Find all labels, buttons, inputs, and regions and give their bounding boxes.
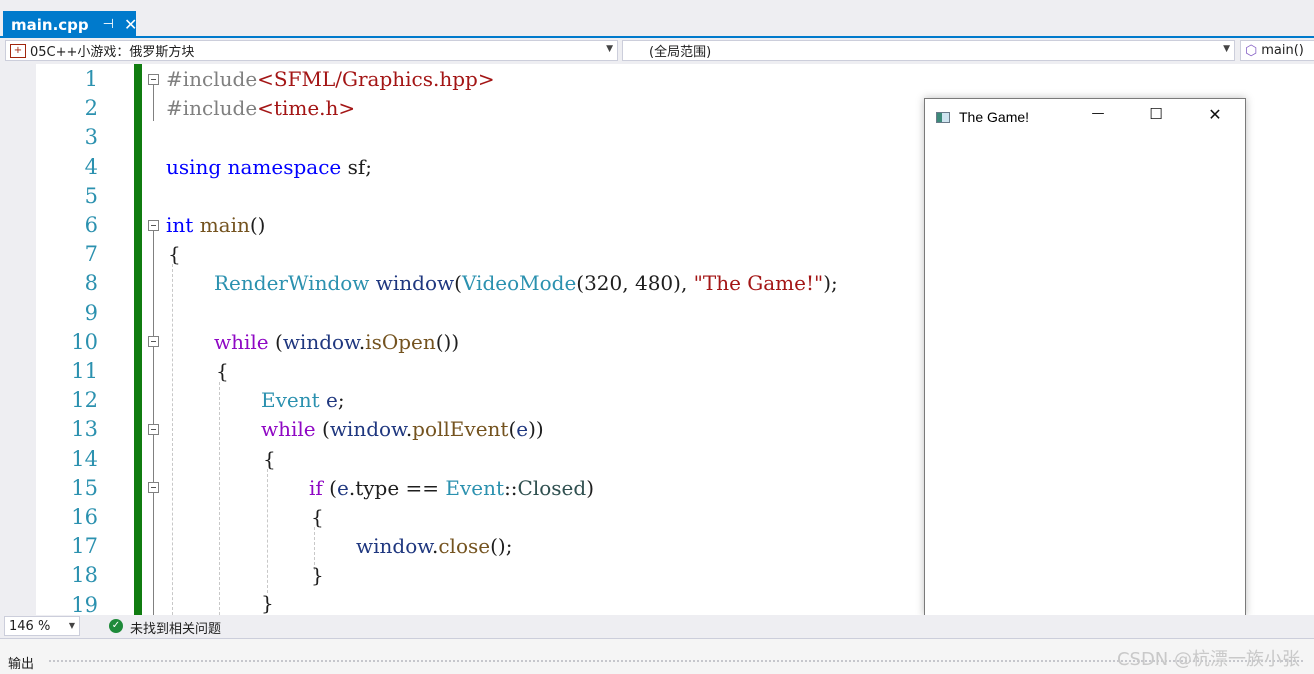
pin-icon[interactable]: ⊣	[103, 17, 114, 32]
line-number: 4	[84, 155, 98, 179]
line-number: 11	[71, 359, 98, 383]
outline-guide	[153, 231, 154, 615]
method-cube-icon: ⬡	[1245, 42, 1258, 59]
line-number: 8	[84, 271, 98, 295]
chevron-down-icon: ▼	[1223, 44, 1230, 54]
code-line-19: }	[261, 591, 274, 615]
line-number: 5	[84, 184, 98, 208]
code-line-11: {	[216, 359, 229, 383]
member-dropdown[interactable]: ⬡ main()	[1240, 40, 1314, 61]
project-dropdown[interactable]: + 05C++小游戏：俄罗斯方块 ▼	[5, 40, 618, 61]
code-line-13: while (window.pollEvent(e))	[261, 417, 544, 441]
game-window-title: The Game!	[959, 109, 1030, 125]
member-name: main()	[1261, 43, 1304, 58]
line-number: 12	[71, 388, 98, 412]
line-number: 9	[84, 301, 98, 325]
line-number: 18	[71, 563, 98, 587]
code-line-1: #include<SFML/Graphics.hpp>	[166, 67, 495, 91]
document-tab-strip: main.cpp ⊣ ✕	[0, 0, 1314, 38]
indent-guide	[172, 264, 173, 615]
outline-guide	[153, 85, 154, 121]
line-number: 2	[84, 96, 98, 120]
project-name: 05C++小游戏：俄罗斯方块	[30, 45, 195, 60]
collapse-toggle-icon[interactable]	[148, 424, 159, 435]
code-line-16: {	[311, 505, 324, 529]
chevron-down-icon: ▼	[68, 621, 75, 630]
code-line-4: using namespace sf;	[166, 155, 372, 179]
line-number: 10	[71, 330, 98, 354]
zoom-dropdown[interactable]: 146 % ▼	[4, 616, 80, 636]
editor-status-bar: 146 % ▼ ✓ 未找到相关问题	[0, 615, 1314, 638]
navigation-bar: + 05C++小游戏：俄罗斯方块 ▼ (全局范围) ▼ ⬡ main()	[0, 38, 1314, 64]
game-canvas[interactable]	[925, 135, 1245, 615]
tab-label: main.cpp	[11, 15, 89, 34]
output-panel-header: 输出 CSDN @杭漂一族小张	[0, 638, 1314, 674]
collapse-toggle-icon[interactable]	[148, 336, 159, 347]
line-number: 15	[71, 476, 98, 500]
game-window[interactable]: The Game! — ☐ ✕	[924, 98, 1246, 616]
code-line-2: #include<time.h>	[166, 96, 356, 120]
close-window-button[interactable]: ✕	[1200, 105, 1230, 127]
check-circle-icon[interactable]: ✓	[109, 619, 123, 633]
watermark: CSDN @杭漂一族小张	[1116, 649, 1300, 670]
close-tab-icon[interactable]: ✕	[124, 15, 137, 34]
change-tracking-bar	[134, 64, 142, 615]
chevron-down-icon: ▼	[606, 44, 613, 54]
code-line-18: }	[311, 563, 324, 587]
line-number: 16	[71, 505, 98, 529]
line-number: 6	[84, 213, 98, 237]
issues-status[interactable]: 未找到相关问题	[130, 618, 221, 637]
game-window-titlebar[interactable]: The Game! — ☐ ✕	[925, 99, 1245, 135]
tab-main-cpp[interactable]: main.cpp ⊣ ✕	[3, 11, 137, 38]
scope-dropdown[interactable]: (全局范围) ▼	[622, 40, 1235, 61]
collapse-toggle-icon[interactable]	[148, 74, 159, 85]
indent-guide	[267, 469, 268, 593]
line-number: 3	[84, 125, 98, 149]
line-number: 13	[71, 417, 98, 441]
code-line-15: if (e.type == Event::Closed)	[309, 476, 595, 500]
code-line-8: RenderWindow window(VideoMode(320, 480),…	[214, 271, 838, 295]
line-number: 7	[84, 242, 98, 266]
code-line-7: {	[168, 242, 181, 266]
code-line-10: while (window.isOpen())	[214, 330, 460, 354]
indent-guide	[219, 382, 220, 615]
cpp-project-icon: +	[10, 43, 26, 58]
code-line-6: int main()	[166, 213, 266, 237]
line-number: 1	[84, 67, 98, 91]
line-number: 19	[71, 593, 98, 615]
code-line-14: {	[263, 447, 276, 471]
maximize-button[interactable]: ☐	[1141, 105, 1171, 127]
panel-drag-grip[interactable]	[48, 659, 1303, 664]
line-number: 17	[71, 534, 98, 558]
collapse-toggle-icon[interactable]	[148, 220, 159, 231]
scope-name: (全局范围)	[649, 45, 712, 60]
selection-margin	[0, 64, 36, 615]
code-line-17: window.close();	[356, 534, 513, 558]
code-line-12: Event e;	[261, 388, 345, 412]
collapse-toggle-icon[interactable]	[148, 482, 159, 493]
app-window-icon	[936, 111, 950, 123]
line-number: 14	[71, 447, 98, 471]
zoom-level: 146 %	[9, 618, 51, 634]
minimize-button[interactable]: —	[1083, 106, 1113, 128]
output-panel-title[interactable]: 输出	[8, 653, 34, 672]
